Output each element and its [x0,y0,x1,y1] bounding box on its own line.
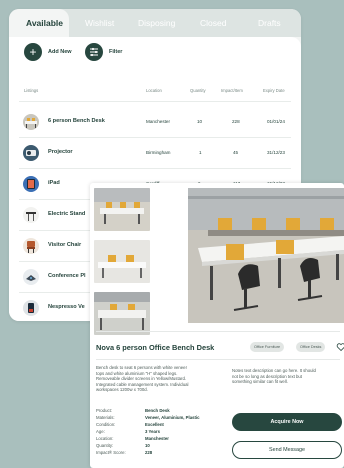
tab-bar: Available Wishlist Disposing Closed Draf… [9,9,301,37]
spec-label: Product: [96,408,113,413]
main-product-image[interactable] [188,188,344,323]
spec-label: Impact® Score: [96,450,126,455]
projector-thumb [23,145,39,161]
gallery-thumbnail[interactable] [94,240,150,283]
heart-icon[interactable] [336,342,344,352]
tab-disposing[interactable]: Disposing [138,9,175,37]
spec-label: Location: [96,436,114,441]
spec-value: 10 [145,443,150,448]
filter-label[interactable]: Filter [109,49,122,55]
filter-button[interactable] [85,43,103,61]
tab-closed[interactable]: Closed [200,9,226,37]
tab-available[interactable]: Available [9,9,69,37]
send-message-button[interactable]: Send Message [232,441,342,459]
gallery-thumbnail[interactable] [94,292,150,335]
nespresso-thumb [23,300,39,316]
listing-thumbnail [23,207,39,223]
notes-text: Notes text description can go here. It s… [232,368,316,385]
bench-desk-thumb [23,114,39,130]
category-tag[interactable]: Office Desks [296,342,326,352]
visitor-chair-thumb [23,238,39,254]
spec-value: Manchester [145,436,169,441]
ipad-thumb [23,176,39,192]
listing-thumbnail [23,300,39,316]
listing-quantity: 1 [199,150,202,155]
filter-icon [90,47,98,57]
bench-desk-photo [94,292,150,335]
add-new-button[interactable]: + [24,43,42,61]
plus-icon: + [29,45,37,59]
listing-name: iPad [48,180,60,186]
spec-label: Condition: [96,422,116,427]
header-location[interactable]: Location [146,88,162,93]
spec-value: Excellent [145,422,164,427]
header-listings[interactable]: Listings [24,88,38,93]
listing-thumbnail [23,114,39,130]
listing-impact: 45 [233,150,239,155]
listing-location: Manchester [146,119,171,124]
notes-line: Notes text description can go here. It s… [232,368,316,373]
listing-location: Birmingham [146,150,171,155]
spec-value: Bench Desk [145,408,170,413]
header-quantity[interactable]: Quantity [190,88,206,93]
gallery-thumbnail[interactable] [94,188,150,231]
listing-thumbnail [23,269,39,285]
spec-label: Materials: [96,415,115,420]
spec-value: Veneer, Aluminium, Plastic [145,415,200,420]
listing-quantity: 10 [197,119,203,124]
tab-wishlist[interactable]: Wishlist [85,9,114,37]
spec-label: Age: [96,429,105,434]
conference-phone-thumb [23,269,39,285]
title-divider-top [96,331,340,332]
listing-name: Visitor Chair [48,242,82,248]
listing-name: Electric Stand [48,211,86,217]
spec-value: 228 [145,450,153,455]
listing-thumbnail [23,145,39,161]
bench-desk-photo [94,188,150,231]
tab-drafts[interactable]: Drafts [258,9,281,37]
listing-detail-modal: Nova 6 person Office Bench Desk Office F… [90,183,344,468]
listing-name: Projector [48,149,73,155]
table-row[interactable]: 6 person Bench Desk Manchester 10 228 01… [9,107,301,137]
table-row[interactable]: Projector Birmingham 1 45 31/12/23 [9,138,301,168]
acquire-now-button[interactable]: Acquire Now [232,413,342,431]
description-line: Removeable divider screens in Yellow/Mus… [96,376,187,382]
add-new-label[interactable]: Add New [48,49,72,55]
title-divider-bottom [96,359,340,360]
listing-title: Nova 6 person Office Bench Desk [96,343,215,352]
listing-name: Nespresso Ve [48,304,85,310]
listing-expiry: 31/12/23 [267,150,285,155]
listing-name: 6 person Bench Desk [48,118,105,124]
description-line: Bench desk to seat 6 persons with white … [96,365,188,370]
spec-value: 3 Years [145,429,160,434]
listing-impact: 228 [232,119,240,124]
bench-desk-photo [188,188,344,323]
listing-thumbnail [23,176,39,192]
listing-thumbnail [23,238,39,254]
bench-desk-photo [94,240,150,283]
description-text: Bench desk to seat 6 persons with white … [96,365,188,393]
listing-name: Conference Pl [48,273,86,279]
spec-label: Quantity: [96,443,114,448]
electric-stand-thumb [23,207,39,223]
description-line: workspaces 1200w x 700d. [96,387,148,393]
header-impact[interactable]: Impact/Item [221,88,243,93]
notes-line: something similar can fit well. [232,379,288,385]
category-tag[interactable]: Office Furniture [250,342,285,352]
header-divider [19,101,291,102]
header-expiry[interactable]: Expiry Date [263,88,285,93]
listing-expiry: 01/01/24 [267,119,285,124]
